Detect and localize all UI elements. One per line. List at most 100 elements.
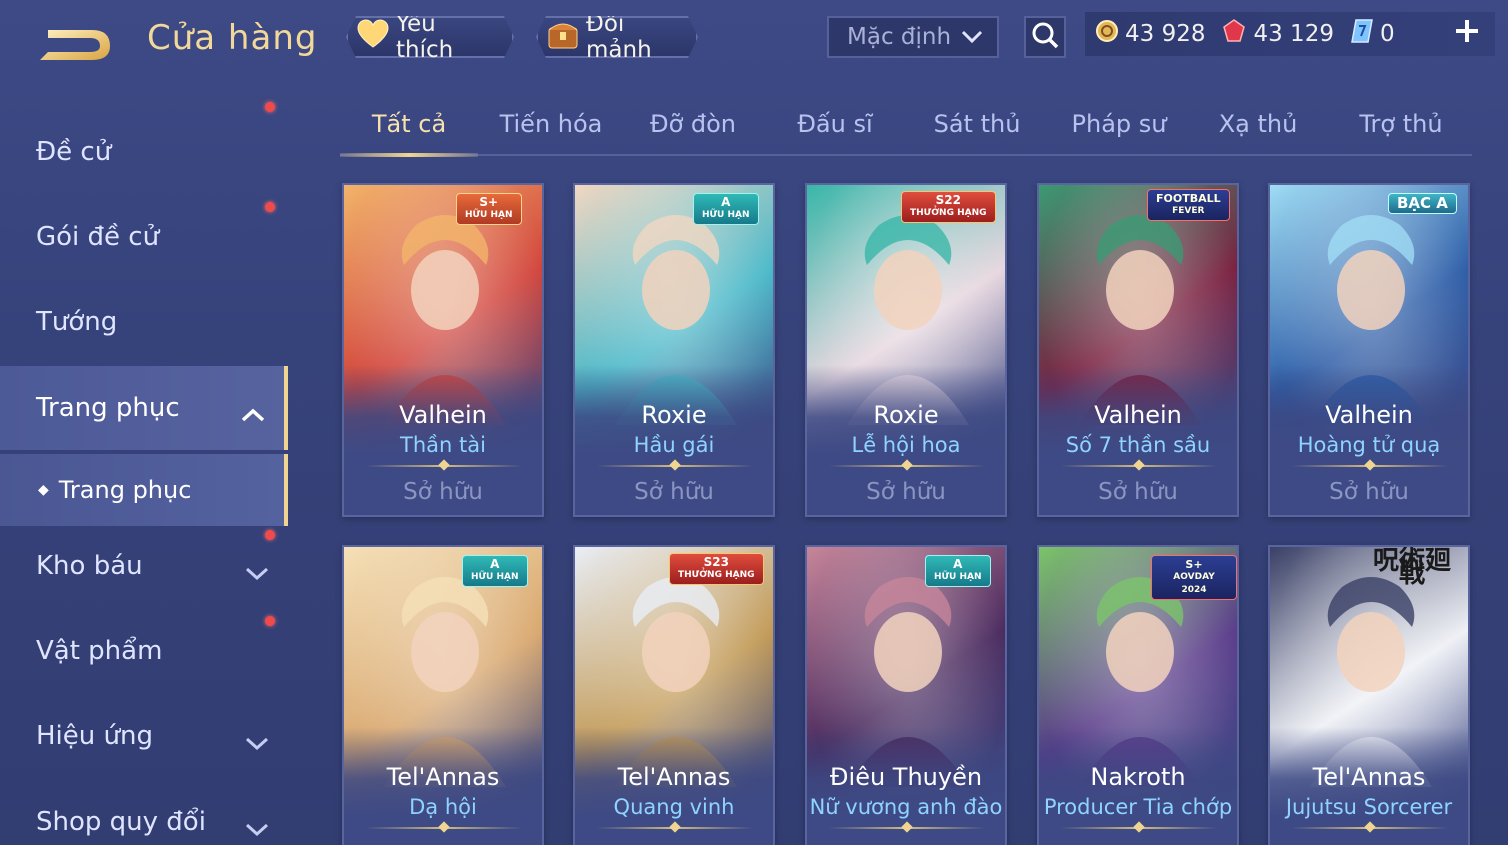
badge-label: FOOTBALL — [1156, 192, 1221, 205]
sidebar: Đề cử Gói đề cử Tướng Trang phục ◆ Trang… — [0, 100, 290, 845]
chevron-down-icon — [961, 24, 983, 50]
badge-label: S+ — [1185, 558, 1203, 571]
tab-support[interactable]: Trợ thủ — [1330, 110, 1472, 138]
sidebar-item-label: Kho báu — [36, 551, 143, 581]
tab-label: Tất cả — [371, 110, 447, 138]
search-icon — [1031, 21, 1059, 53]
tab-label: Xạ thủ — [1218, 110, 1298, 138]
shard-exchange-label: Đổi mảnh — [586, 11, 652, 63]
badge-label: S+ — [479, 195, 499, 209]
skin-card[interactable]: A HỮU HẠN Roxie Hầu gái Sở hữu — [573, 183, 775, 517]
badge-sublabel: HỮU HẠN — [471, 572, 519, 582]
chevron-down-icon — [244, 728, 270, 751]
sidebar-item-skins[interactable]: Trang phục — [0, 366, 288, 450]
sidebar-item-exchange-shop[interactable]: Shop quy đổi — [0, 780, 288, 845]
tab-tank[interactable]: Đỡ đòn — [622, 110, 764, 138]
tab-mage[interactable]: Pháp sư — [1048, 110, 1190, 138]
skin-tier-badge: A HỮU HẠN — [925, 555, 991, 587]
favorites-button[interactable]: Yêu thích — [346, 16, 514, 58]
tab-label: Trợ thủ — [1359, 110, 1443, 138]
badge-sublabel: FEVER — [1172, 206, 1205, 216]
add-currency-button[interactable] — [1448, 14, 1486, 52]
skin-name: Jujutsu Sorcerer — [1285, 795, 1453, 819]
skin-name: Producer Tia chớp — [1043, 795, 1233, 819]
badge-label: A — [953, 557, 963, 571]
skin-name: Hầu gái — [633, 433, 715, 457]
skin-card[interactable]: S22 THƯỞNG HẠNG Roxie Lễ hội hoa Sở hữu — [805, 183, 1007, 517]
shard-exchange-button[interactable]: Đổi mảnh — [536, 16, 698, 58]
sidebar-item-label: Gói đề cử — [36, 222, 160, 252]
ownership-status: Sở hữu — [1098, 479, 1178, 505]
skin-tier-badge: 呪術廻戦 — [1356, 548, 1468, 587]
badge-label: A — [721, 195, 731, 209]
notification-dot — [265, 616, 275, 626]
active-tab-indicator — [340, 153, 478, 157]
hero-name: Nakroth — [1090, 763, 1186, 791]
hero-name: Valhein — [1094, 401, 1182, 429]
skin-tier-badge: BẠC A — [1388, 193, 1457, 214]
skin-name: Thần tài — [400, 433, 486, 457]
sort-dropdown[interactable]: Mặc định — [827, 16, 999, 58]
top-bar: Cửa hàng Yêu thích Đổi mảnh Mặc định 43 … — [0, 0, 1508, 80]
skin-card[interactable]: BẠC A Valhein Hoàng tử quạ Sở hữu — [1268, 183, 1470, 517]
sidebar-item-items[interactable]: Vật phẩm — [0, 609, 288, 693]
page-title: Cửa hàng — [147, 18, 318, 58]
skin-name: Hoàng tử quạ — [1297, 433, 1441, 457]
sidebar-subitem-skins[interactable]: ◆ Trang phục — [0, 454, 288, 526]
tab-fighter[interactable]: Đấu sĩ — [764, 110, 906, 138]
sidebar-item-featured[interactable]: Đề cử — [0, 110, 288, 194]
skin-card[interactable]: A HỮU HẠN Điêu Thuyền Nữ vương anh đào — [805, 545, 1007, 845]
sidebar-item-effects[interactable]: Hiệu ứng — [0, 694, 288, 778]
skin-card[interactable]: S+ AOVDAY 2024 Nakroth Producer Tia chớp — [1037, 545, 1239, 845]
category-tabs: Tất cả Tiến hóa Đỡ đòn Đấu sĩ Sát thủ Ph… — [340, 100, 1472, 157]
badge-sublabel: HỮU HẠN — [465, 210, 513, 220]
skin-card[interactable]: FOOTBALL FEVER Valhein Số 7 thần sầu Sở hữu — [1037, 183, 1239, 517]
skin-card[interactable]: A HỮU HẠN Tel'Annas Dạ hội — [342, 545, 544, 845]
skin-card[interactable]: S23 THƯỞNG HẠNG Tel'Annas Quang vinh — [573, 545, 775, 845]
tab-assassin[interactable]: Sát thủ — [906, 110, 1048, 138]
sidebar-item-label: Đề cử — [36, 137, 112, 167]
favorites-label: Yêu thích — [396, 11, 454, 63]
sidebar-subitem-label: Trang phục — [58, 476, 192, 504]
hero-name: Valhein — [1325, 401, 1413, 429]
tab-evolution[interactable]: Tiến hóa — [480, 110, 622, 138]
badge-label: A — [490, 557, 500, 571]
badge-label: S22 — [935, 193, 961, 207]
badge-sublabel: THƯỞNG HẠNG — [678, 570, 755, 580]
search-button[interactable] — [1024, 16, 1066, 58]
skin-tier-badge: A HỮU HẠN — [693, 193, 759, 225]
sidebar-item-label: Hiệu ứng — [36, 721, 153, 751]
red-gem-icon — [1221, 18, 1247, 50]
badge-sublabel: THƯỞNG HẠNG — [910, 208, 987, 218]
skin-tier-badge: FOOTBALL FEVER — [1147, 189, 1230, 221]
back-arrow-icon[interactable] — [34, 20, 116, 64]
voucher-icon — [1350, 18, 1374, 50]
skin-tier-badge: S+ AOVDAY 2024 — [1151, 555, 1237, 600]
gold-coin-icon — [1095, 19, 1119, 49]
currency-bar: 43 928 43 129 0 — [1085, 12, 1495, 56]
sidebar-item-heroes[interactable]: Tướng — [0, 280, 288, 364]
sidebar-item-label: Tướng — [36, 307, 118, 337]
skin-card[interactable]: 呪術廻戦 Tel'Annas Jujutsu Sorcerer — [1268, 545, 1470, 845]
chevron-down-icon — [244, 814, 270, 837]
notification-dot — [265, 102, 275, 112]
gem-currency: 43 129 — [1221, 18, 1334, 50]
notification-dot — [265, 530, 275, 540]
skin-name: Dạ hội — [409, 795, 477, 819]
sidebar-item-label: Trang phục — [36, 393, 180, 423]
hero-name: Tel'Annas — [617, 763, 731, 791]
hero-name: Roxie — [873, 401, 939, 429]
skin-tier-badge: A HỮU HẠN — [462, 555, 528, 587]
sidebar-item-featured-packs[interactable]: Gói đề cử — [0, 102, 288, 279]
skin-card[interactable]: S+ HỮU HẠN Valhein Thần tài Sở hữu — [342, 183, 544, 517]
skin-name: Nữ vương anh đào — [809, 795, 1003, 819]
chest-icon — [546, 18, 580, 56]
plus-icon — [1453, 17, 1481, 49]
voucher-amount: 0 — [1379, 21, 1395, 47]
sidebar-item-treasure[interactable]: Kho báu — [0, 524, 288, 608]
tab-label: Pháp sư — [1071, 110, 1167, 138]
hero-name: Roxie — [641, 401, 707, 429]
tab-marksman[interactable]: Xạ thủ — [1190, 110, 1326, 138]
tab-all[interactable]: Tất cả — [340, 110, 478, 138]
tab-label: Tiến hóa — [499, 110, 603, 138]
